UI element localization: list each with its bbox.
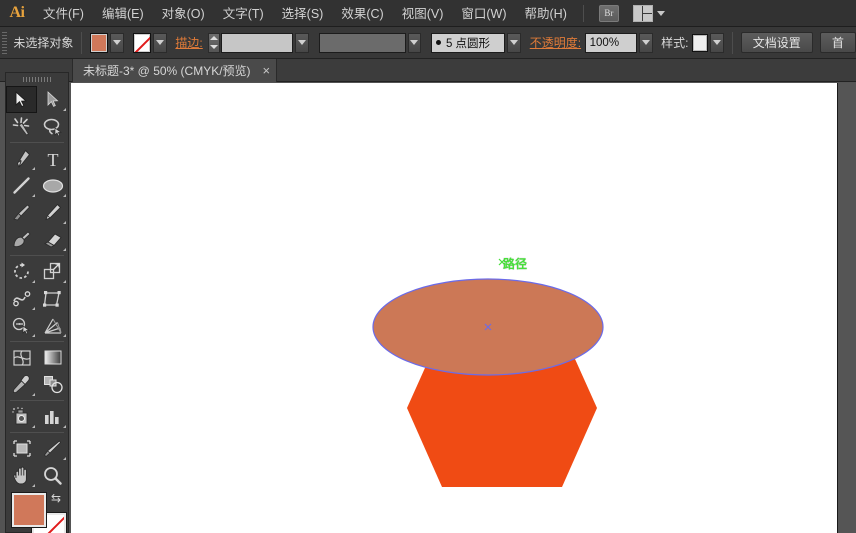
tools-grid: T	[6, 86, 68, 489]
brush-definition-label: 5 点圆形	[445, 37, 491, 50]
fill-stroke-control: ⇆	[11, 492, 67, 533]
smart-guide-path-label: 路径	[503, 257, 528, 271]
stroke-profile-dropdown-button[interactable]	[407, 32, 422, 53]
menu-select[interactable]: 选择(S)	[273, 0, 333, 27]
menu-view[interactable]: 视图(V)	[393, 0, 453, 27]
pencil-tool[interactable]	[37, 199, 68, 226]
control-bar-divider	[81, 31, 83, 54]
opacity-label[interactable]: 不透明度:	[530, 34, 581, 51]
zoom-tool[interactable]	[37, 462, 68, 489]
eyedropper-tool[interactable]	[6, 371, 37, 398]
rotate-tool[interactable]	[6, 258, 37, 285]
column-graph-tool[interactable]	[37, 403, 68, 430]
document-tab[interactable]: 未标题-3* @ 50% (CMYK/预览) ×	[72, 59, 278, 82]
artboard-page[interactable]: 路径	[71, 83, 838, 533]
scale-tool[interactable]	[37, 258, 68, 285]
hand-tool[interactable]	[6, 462, 37, 489]
fill-color-swatch[interactable]	[90, 32, 109, 53]
brush-dot-icon	[435, 40, 441, 45]
illustrator-window: Ai 文件(F) 编辑(E) 对象(O) 文字(T) 选择(S) 效果(C) 视…	[0, 0, 856, 533]
ellipse-tool[interactable]	[37, 172, 68, 199]
graphic-style-dropdown-button[interactable]	[710, 32, 724, 53]
mesh-tool[interactable]	[6, 344, 37, 371]
menu-bar: Ai 文件(F) 编辑(E) 对象(O) 文字(T) 选择(S) 效果(C) 视…	[0, 0, 856, 27]
preferences-button[interactable]: 首	[819, 32, 856, 53]
stroke-weight-field[interactable]	[220, 32, 294, 53]
fill-color-control[interactable]	[11, 492, 47, 528]
menu-divider	[582, 4, 584, 22]
perspective-grid-tool[interactable]	[37, 312, 68, 339]
shape-builder-tool[interactable]	[6, 312, 37, 339]
canvas-area[interactable]: 路径	[71, 83, 856, 533]
chevron-down-icon[interactable]	[656, 10, 665, 16]
blob-brush-tool[interactable]	[6, 226, 37, 253]
direct-selection-tool[interactable]	[37, 86, 68, 113]
graphic-style-swatch[interactable]	[692, 33, 709, 52]
control-bar-grip[interactable]	[2, 31, 8, 54]
brush-definition-field[interactable]: 5 点圆形	[430, 32, 506, 53]
menu-type[interactable]: 文字(T)	[214, 0, 273, 27]
stroke-color-swatch[interactable]	[132, 32, 151, 53]
slice-tool[interactable]	[37, 435, 68, 462]
gradient-tool[interactable]	[37, 344, 68, 371]
menu-bar-right-controls: Br	[598, 4, 665, 22]
opacity-dropdown-button[interactable]	[639, 32, 654, 53]
document-tab-title: 未标题-3* @ 50% (CMYK/预览)	[83, 64, 251, 78]
stroke-profile-field[interactable]	[318, 32, 406, 53]
brush-definition-dropdown-button[interactable]	[507, 32, 521, 53]
stroke-dropdown-button[interactable]	[152, 32, 167, 53]
document-tab-bar: 未标题-3* @ 50% (CMYK/预览) ×	[0, 59, 856, 82]
menu-edit[interactable]: 编辑(E)	[93, 0, 153, 27]
control-bar-divider-2	[731, 31, 733, 54]
eraser-tool[interactable]	[37, 226, 68, 253]
magic-wand-tool[interactable]	[6, 113, 37, 140]
arrange-documents-icon[interactable]	[632, 4, 653, 22]
free-transform-tool[interactable]	[37, 285, 68, 312]
line-segment-tool[interactable]	[6, 172, 37, 199]
stroke-weight-stepper[interactable]	[208, 32, 220, 53]
document-setup-button[interactable]: 文档设置	[740, 32, 813, 53]
tools-panel-grip[interactable]	[6, 73, 68, 86]
stroke-weight-label[interactable]: 描边:	[175, 34, 202, 51]
artboard-tool[interactable]	[6, 435, 37, 462]
pen-tool[interactable]	[6, 145, 37, 172]
app-logo: Ai	[9, 4, 26, 21]
control-bar: 未选择对象 描边: 5 点圆形 不透明度: 100% 样式: 文档设置 首	[0, 27, 856, 59]
fill-dropdown-button[interactable]	[110, 32, 124, 53]
menu-effect[interactable]: 效果(C)	[332, 0, 392, 27]
menu-object[interactable]: 对象(O)	[153, 0, 214, 27]
symbol-sprayer-tool[interactable]	[6, 403, 37, 430]
paintbrush-tool[interactable]	[6, 199, 37, 226]
bridge-button[interactable]: Br	[598, 4, 619, 22]
tools-panel: T ⇆	[5, 72, 69, 533]
style-label: 样式:	[661, 36, 689, 50]
stroke-weight-dropdown-button[interactable]	[295, 32, 309, 53]
type-tool[interactable]: T	[37, 145, 68, 172]
menu-file[interactable]: 文件(F)	[34, 0, 93, 27]
selection-tool[interactable]	[6, 86, 37, 113]
menu-window[interactable]: 窗口(W)	[452, 0, 515, 27]
selection-status-label: 未选择对象	[13, 36, 74, 50]
menu-help[interactable]: 帮助(H)	[516, 0, 576, 27]
opacity-field[interactable]: 100%	[584, 32, 638, 53]
swap-fill-stroke-icon[interactable]: ⇆	[51, 492, 61, 504]
artwork-svg	[372, 258, 604, 487]
svg-text:T: T	[47, 150, 58, 168]
lasso-tool[interactable]	[37, 113, 68, 140]
width-tool[interactable]	[6, 285, 37, 312]
blend-tool[interactable]	[37, 371, 68, 398]
close-icon[interactable]: ×	[263, 64, 271, 77]
